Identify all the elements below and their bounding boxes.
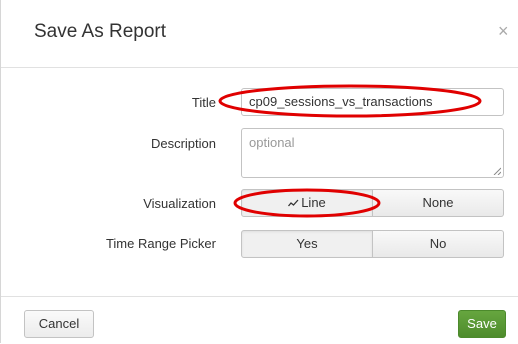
cancel-button[interactable]: Cancel [24,310,94,338]
visualization-none-label: None [422,195,454,210]
visualization-label: Visualization [143,196,216,211]
time-range-yes-label: Yes [296,236,318,251]
visualization-line-label: Line [301,195,326,210]
time-range-option-no[interactable]: No [373,230,504,258]
visualization-option-line[interactable]: Line [241,189,373,217]
time-range-no-label: No [429,236,447,251]
description-textarea[interactable]: optional [241,128,504,178]
title-input[interactable]: cp09_sessions_vs_transactions [241,88,504,116]
resize-grip-icon[interactable] [493,167,501,175]
time-range-picker-label: Time Range Picker [105,236,216,251]
visualization-option-none[interactable]: None [373,189,504,217]
title-label: Title [191,95,216,110]
save-button[interactable]: Save [458,310,506,338]
dialog-title: Save As Report [34,21,167,42]
dialog-header: Save As Report × [1,0,518,68]
title-input-value: cp09_sessions_vs_transactions [249,94,433,109]
dialog-footer: Cancel Save [1,296,518,343]
description-placeholder: optional [249,135,295,150]
line-chart-icon [288,199,299,207]
description-label: Description [150,136,216,151]
close-icon[interactable]: × [498,22,509,40]
save-as-report-dialog: Save As Report × Title cp09_sessions_vs_… [0,0,518,343]
time-range-option-yes[interactable]: Yes [241,230,373,258]
